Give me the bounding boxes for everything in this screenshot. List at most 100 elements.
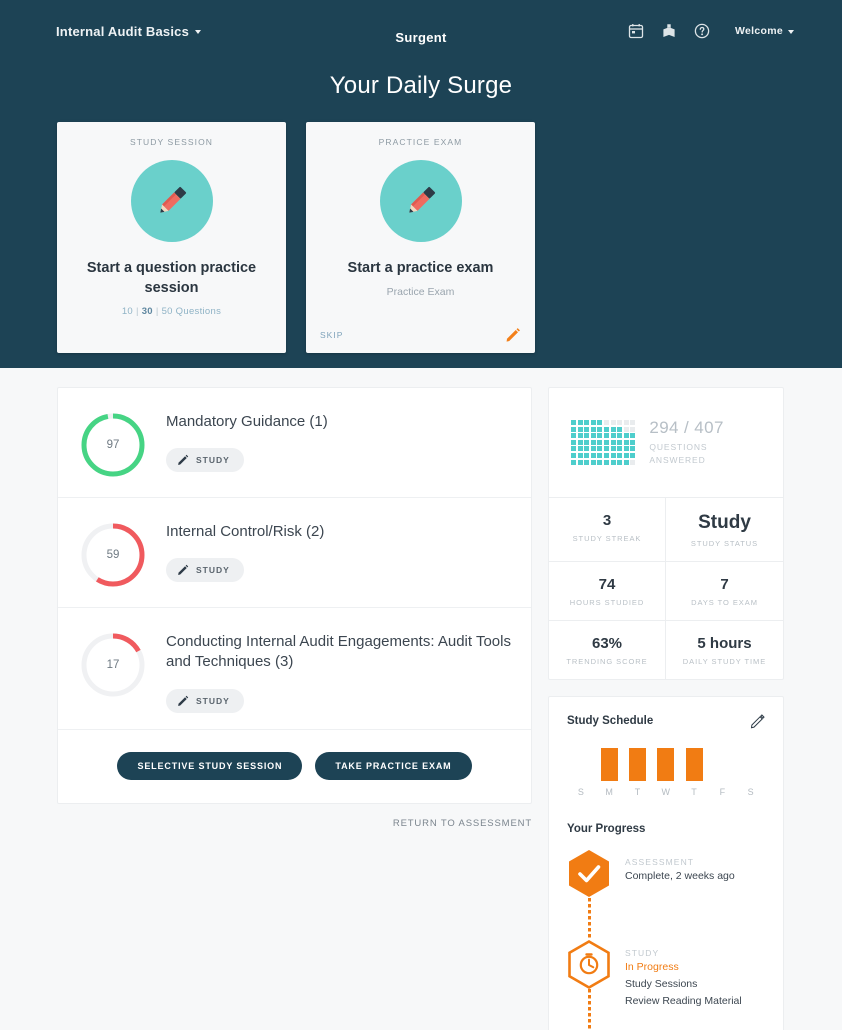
progress-step-text: STUDY In Progress Study Sessions Review … [625,940,742,1010]
schedule-day-bar-active [600,747,618,781]
practice-exam-footer: SKIP [306,327,535,343]
dot [577,459,583,465]
study-schedule-panel: Study Schedule SMTWTFS Your Progress ASS… [548,695,784,1030]
question-count-50[interactable]: 50 Questions [162,306,222,317]
topic-row[interactable]: 59 Internal Control/Risk (2) STUDY [58,498,531,608]
schedule-day-bar-wrap [652,747,680,781]
dot [597,446,603,452]
schedule-day-label: F [719,786,726,797]
topic-actions: SELECTIVE STUDY SESSION TAKE PRACTICE EX… [58,730,531,803]
dot [630,446,636,452]
pencil-edit-icon[interactable] [750,713,765,729]
welcome-menu[interactable]: Welcome [735,25,794,37]
questions-answered-label: QUESTIONS ANSWERED [649,441,724,467]
dot [610,426,616,432]
topic-name: Conducting Internal Audit Engagements: A… [166,633,511,671]
schedule-day-label: S [747,786,755,797]
dot [623,419,629,425]
score-value: 97 [106,439,120,451]
topic-row[interactable]: 97 Mandatory Guidance (1) STUDY [58,388,531,498]
topic-info: Internal Control/Risk (2) STUDY [148,516,511,583]
dot [597,459,603,465]
progress-title: Your Progress [567,822,646,835]
question-count-options[interactable]: 10 | 30 | 50 Questions [122,306,221,317]
dot [584,439,590,445]
dot [584,433,590,439]
timeline-connector [588,988,591,1030]
stats-panel: 294 / 407 QUESTIONS ANSWERED 3 STUDY STR… [548,387,784,680]
book-icon[interactable] [661,23,677,39]
stat-value: 74 [598,575,616,593]
calendar-icon[interactable] [628,23,644,39]
schedule-day-bar-wrap [737,748,765,781]
progress-step-kicker: ASSESSMENT [625,856,695,867]
separator: | [155,306,159,318]
dot [571,446,576,452]
dot [617,459,623,465]
dot [584,419,590,425]
topic-info: Conducting Internal Audit Engagements: A… [148,626,511,713]
study-button-label: STUDY [196,565,230,576]
header-actions: Welcome [628,23,794,39]
chevron-down-icon [788,30,794,34]
question-count-10[interactable]: 10 [122,306,133,317]
stat-hours-studied: 74 HOURS STUDIED [549,561,666,621]
schedule-day-bar-inactive [742,748,759,781]
dot [577,419,583,425]
study-session-card[interactable]: STUDY SESSION Start a question practice … [57,122,286,353]
dot [603,433,609,439]
skip-link[interactable]: SKIP [320,330,343,340]
stat-value: 63% [591,634,623,652]
dot [610,459,616,465]
return-to-assessment-link[interactable]: RETURN TO ASSESSMENT [57,818,532,829]
study-button[interactable]: STUDY [166,688,244,713]
progress-step-status: In Progress [625,960,679,973]
dot [590,439,596,445]
pencil-edit-icon[interactable] [505,327,521,343]
study-button-label: STUDY [196,455,230,466]
dot [610,439,616,445]
schedule-day-label: T [691,786,698,797]
dot [617,426,623,432]
topics-column: 97 Mandatory Guidance (1) STUDY 59 Inter… [57,387,532,1030]
question-count-30[interactable]: 30 [142,306,153,317]
dot [617,452,623,458]
practice-exam-subtitle: Practice Exam [386,285,455,298]
app-header: Internal Audit Basics Surgent Welcome Yo… [0,0,842,368]
score-donut: 59 [78,520,148,590]
help-circle-icon[interactable] [694,23,710,39]
practice-exam-card[interactable]: PRACTICE EXAM Start a practice exam Prac… [306,122,535,353]
stat-study-streak: 3 STUDY STREAK [549,497,666,562]
score-donut: 17 [78,630,148,700]
questions-answered-dotgrid [571,419,636,465]
dot [590,433,596,439]
study-session-title: Start a question practice session [86,260,257,296]
take-practice-exam-button[interactable]: TAKE PRACTICE EXAM [315,751,472,780]
dot [623,439,629,445]
progress-step-detail: Review Reading Material [625,994,742,1007]
practice-exam-kicker: PRACTICE EXAM [378,137,463,147]
questions-answered-label-line1: QUESTIONS [649,442,708,452]
dot [577,446,583,452]
dot [584,452,590,458]
study-button[interactable]: STUDY [166,448,244,473]
schedule-day-bar-inactive [573,748,590,781]
topic-row[interactable]: 17 Conducting Internal Audit Engagements… [58,608,531,730]
dot [603,426,609,432]
dot [577,426,583,432]
schedule-day-label: M [605,786,614,797]
dot [571,426,576,432]
dot [623,426,629,432]
schedule-day-bar-wrap [680,747,708,781]
schedule-day-label: T [634,786,641,797]
course-selector-dropdown[interactable]: Internal Audit Basics [56,24,202,39]
questions-answered-value: 294 / 407 [649,418,724,437]
study-button[interactable]: STUDY [166,558,244,583]
dot [597,426,603,432]
selective-study-session-button[interactable]: SELECTIVE STUDY SESSION [117,751,303,780]
schedule-day-bar-inactive [714,748,731,781]
separator: | [135,306,139,318]
study-schedule-bars [567,741,765,781]
stat-label: TRENDING SCORE [566,656,648,666]
study-schedule-day-labels: SMTWTFS [567,787,765,797]
